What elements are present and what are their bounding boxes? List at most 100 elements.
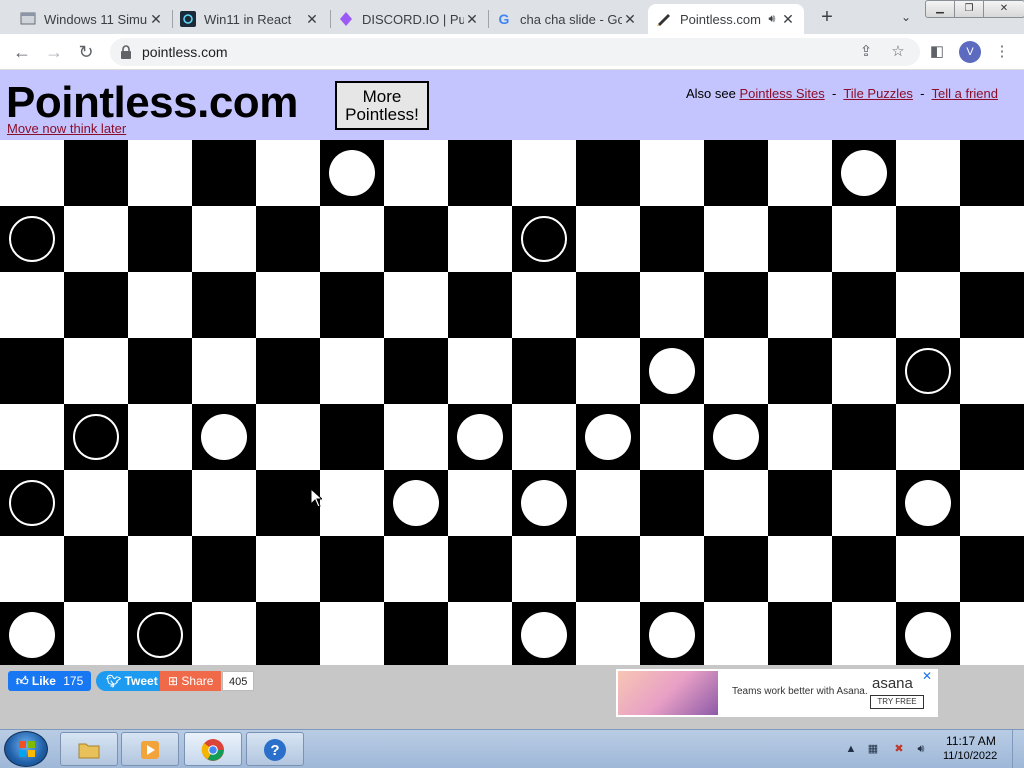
board-square[interactable] xyxy=(960,272,1024,338)
restore-button[interactable]: ❐ xyxy=(954,0,984,18)
board-square[interactable] xyxy=(640,140,704,206)
board-square[interactable] xyxy=(960,404,1024,470)
board-square[interactable] xyxy=(256,140,320,206)
board-square[interactable] xyxy=(256,206,320,272)
forward-button[interactable]: → xyxy=(42,40,66,64)
board-square[interactable] xyxy=(576,272,640,338)
board-square[interactable] xyxy=(448,338,512,404)
board-square[interactable] xyxy=(896,206,960,272)
board-square[interactable] xyxy=(0,140,64,206)
tray-expand-icon[interactable]: ▲ xyxy=(844,742,858,756)
board-square[interactable] xyxy=(448,536,512,602)
board-square[interactable] xyxy=(448,206,512,272)
board-square[interactable] xyxy=(832,602,896,665)
clock-date[interactable]: 11/10/2022 xyxy=(943,750,997,762)
side-panel-icon[interactable]: ◧ xyxy=(926,41,948,63)
white-piece[interactable] xyxy=(329,150,375,196)
tab-discord-io[interactable]: DISCORD.IO | Pub ✕ xyxy=(330,4,488,34)
board-square[interactable] xyxy=(64,140,128,206)
show-desktop-button[interactable] xyxy=(1012,730,1024,768)
board-square[interactable] xyxy=(320,338,384,404)
tagline-link[interactable]: Move now think later xyxy=(7,121,126,136)
board-square[interactable] xyxy=(192,602,256,665)
white-piece[interactable] xyxy=(713,414,759,460)
tray-device-icon[interactable]: ▦ xyxy=(866,742,880,756)
network-error-icon[interactable]: ✖ xyxy=(892,742,906,756)
board-square[interactable] xyxy=(768,404,832,470)
chevron-down-icon[interactable]: ⌄ xyxy=(896,6,916,28)
checker-board[interactable] xyxy=(0,140,1024,665)
board-square[interactable] xyxy=(320,272,384,338)
board-square[interactable] xyxy=(64,338,128,404)
board-square[interactable] xyxy=(576,338,640,404)
board-square[interactable] xyxy=(832,272,896,338)
board-square[interactable] xyxy=(640,272,704,338)
board-square[interactable] xyxy=(704,272,768,338)
board-square[interactable] xyxy=(704,206,768,272)
board-square[interactable] xyxy=(832,470,896,536)
board-square[interactable] xyxy=(128,272,192,338)
tell-a-friend-link[interactable]: Tell a friend xyxy=(932,86,998,101)
board-square[interactable] xyxy=(896,536,960,602)
board-square[interactable] xyxy=(896,404,960,470)
board-square[interactable] xyxy=(960,602,1024,665)
board-square[interactable] xyxy=(576,470,640,536)
board-square[interactable] xyxy=(256,272,320,338)
board-square[interactable] xyxy=(832,536,896,602)
board-square[interactable] xyxy=(192,272,256,338)
star-icon[interactable]: ☆ xyxy=(888,42,908,62)
board-square[interactable] xyxy=(576,140,640,206)
board-square[interactable] xyxy=(192,338,256,404)
board-square[interactable] xyxy=(448,470,512,536)
taskbar-chrome[interactable] xyxy=(184,732,242,766)
black-piece[interactable] xyxy=(73,414,119,460)
speaker-icon[interactable]: 🔊︎ xyxy=(764,13,780,26)
tab-win11-in-react[interactable]: Win11 in React ✕ xyxy=(172,4,328,34)
board-square[interactable] xyxy=(960,338,1024,404)
black-piece[interactable] xyxy=(905,348,951,394)
board-square[interactable] xyxy=(128,338,192,404)
board-square[interactable] xyxy=(640,404,704,470)
reload-button[interactable]: ↻ xyxy=(74,40,98,64)
black-piece[interactable] xyxy=(521,216,567,262)
board-square[interactable] xyxy=(832,404,896,470)
board-square[interactable] xyxy=(768,602,832,665)
board-square[interactable] xyxy=(768,206,832,272)
board-square[interactable] xyxy=(64,272,128,338)
minimize-button[interactable]: ▁ xyxy=(925,0,955,18)
share-icon[interactable]: ⇪ xyxy=(856,42,876,62)
start-button[interactable] xyxy=(4,731,48,767)
board-square[interactable] xyxy=(0,404,64,470)
board-square[interactable] xyxy=(384,206,448,272)
board-square[interactable] xyxy=(768,470,832,536)
board-square[interactable] xyxy=(704,338,768,404)
pointless-sites-link[interactable]: Pointless Sites xyxy=(739,86,824,101)
tab-windows-11-simulator[interactable]: Windows 11 Simu ✕ xyxy=(12,4,172,34)
white-piece[interactable] xyxy=(905,480,951,526)
board-square[interactable] xyxy=(512,272,576,338)
black-piece[interactable] xyxy=(137,612,183,658)
board-square[interactable] xyxy=(896,140,960,206)
board-square[interactable] xyxy=(192,536,256,602)
board-square[interactable] xyxy=(384,272,448,338)
board-square[interactable] xyxy=(704,140,768,206)
close-icon[interactable]: ✕ xyxy=(148,11,164,28)
board-square[interactable] xyxy=(128,404,192,470)
board-square[interactable] xyxy=(704,602,768,665)
board-square[interactable] xyxy=(64,602,128,665)
taskbar-help[interactable]: ? xyxy=(246,732,304,766)
avatar[interactable]: V xyxy=(959,41,981,63)
board-square[interactable] xyxy=(768,338,832,404)
volume-icon[interactable]: 🔊︎ xyxy=(914,742,928,756)
more-pointless-button[interactable]: More Pointless! xyxy=(335,81,429,130)
board-square[interactable] xyxy=(384,536,448,602)
white-piece[interactable] xyxy=(649,348,695,394)
close-icon[interactable]: ✕ xyxy=(304,11,320,28)
close-icon[interactable]: ✕ xyxy=(464,11,480,28)
board-square[interactable] xyxy=(640,536,704,602)
board-square[interactable] xyxy=(960,206,1024,272)
taskbar-explorer[interactable] xyxy=(60,732,118,766)
ad-cta-button[interactable]: TRY FREE xyxy=(870,695,924,709)
board-square[interactable] xyxy=(640,470,704,536)
board-square[interactable] xyxy=(192,140,256,206)
